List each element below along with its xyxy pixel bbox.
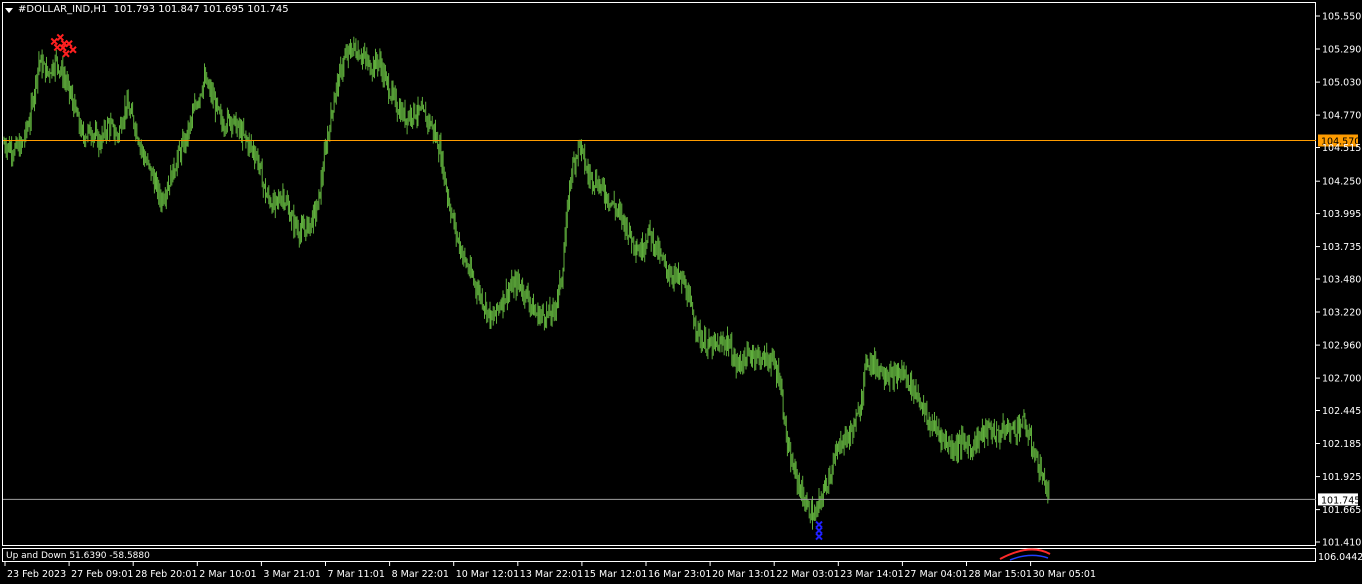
y-tick-label: 105.290 bbox=[1322, 45, 1361, 56]
y-tick-label: 104.515 bbox=[1322, 143, 1361, 154]
x-tick-label: 15 Mar 12:01 bbox=[584, 569, 647, 580]
x-tick-label: 22 Mar 03:01 bbox=[776, 569, 839, 580]
price-axis[interactable]: 105.550 105.290 105.030 104.770 104.515 104.2… bbox=[1316, 12, 1362, 564]
symbol-label: #DOLLAR_IND,H1 bbox=[18, 4, 108, 15]
x-tick-label: 23 Mar 14:01 bbox=[840, 569, 903, 580]
chart-canvas[interactable]: 104.570101.745 105.550 105.290 105.030 104.… bbox=[0, 0, 1362, 584]
sell-signal-marker bbox=[50, 33, 69, 52]
x-tick-label: 23 Feb 2023 bbox=[7, 569, 66, 580]
sell-signal-marker bbox=[59, 40, 77, 58]
x-tick-label: 8 Mar 22:01 bbox=[392, 569, 449, 580]
x-tick-label: 27 Feb 09:01 bbox=[71, 569, 133, 580]
y-tick-label: 102.960 bbox=[1322, 341, 1361, 352]
horizontal-lines: 104.570101.745 bbox=[3, 134, 1360, 506]
buy-signal-marker bbox=[815, 520, 823, 541]
x-tick-label: 27 Mar 04:01 bbox=[904, 569, 967, 580]
main-pane-border bbox=[2, 2, 1316, 546]
y-tick-label: 105.030 bbox=[1322, 78, 1361, 89]
chart-header: #DOLLAR_IND,H1 101.793 101.847 101.695 1… bbox=[18, 4, 289, 15]
y-tick-label: 101.665 bbox=[1322, 505, 1361, 516]
y-tick-label: 103.735 bbox=[1322, 242, 1361, 253]
y-tick-label: 104.250 bbox=[1322, 177, 1361, 188]
y-tick-label: 101.925 bbox=[1322, 472, 1361, 483]
y-tick-label: 102.185 bbox=[1322, 439, 1361, 450]
y-tick-label: 103.220 bbox=[1322, 308, 1361, 319]
y-tick-label: 101.410 bbox=[1322, 538, 1361, 549]
ohlc-values: 101.793 101.847 101.695 101.745 bbox=[113, 4, 289, 15]
x-tick-label: 20 Mar 13:01 bbox=[712, 569, 775, 580]
y-tick-label: 105.550 bbox=[1322, 12, 1361, 23]
y-tick-label: 103.995 bbox=[1322, 209, 1361, 220]
sub-pane-border bbox=[2, 548, 1316, 562]
x-tick-label: 30 Mar 05:01 bbox=[1033, 569, 1096, 580]
x-tick-label: 2 Mar 10:01 bbox=[199, 569, 256, 580]
subwindow-scale-label: 106.0442 bbox=[1318, 552, 1362, 563]
time-axis[interactable]: 23 Feb 2023 27 Feb 09:01 28 Feb 20:01 2 Mar… bbox=[4, 562, 1096, 580]
x-tick-label: 10 Mar 12:01 bbox=[456, 569, 519, 580]
x-tick-label: 28 Mar 15:01 bbox=[969, 569, 1032, 580]
y-tick-label: 104.770 bbox=[1322, 111, 1361, 122]
y-tick-label: 102.700 bbox=[1322, 374, 1361, 385]
x-tick-label: 28 Feb 20:01 bbox=[135, 569, 197, 580]
subwindow-label: Up and Down 51.6390 -58.5880 bbox=[6, 551, 150, 561]
x-tick-label: 7 Mar 11:01 bbox=[328, 569, 385, 580]
x-tick-label: 16 Mar 23:01 bbox=[648, 569, 711, 580]
sub-indicator-arc bbox=[999, 548, 1051, 560]
symbol-dropdown-icon[interactable] bbox=[5, 8, 13, 13]
x-tick-label: 3 Mar 21:01 bbox=[263, 569, 320, 580]
x-tick-label: 13 Mar 22:01 bbox=[520, 569, 583, 580]
y-tick-label: 103.480 bbox=[1322, 275, 1361, 286]
sub-indicator-arc-blue bbox=[1009, 554, 1049, 561]
signal-markers bbox=[50, 33, 823, 541]
price-bars bbox=[3, 36, 1050, 530]
y-tick-label: 102.445 bbox=[1322, 406, 1361, 417]
